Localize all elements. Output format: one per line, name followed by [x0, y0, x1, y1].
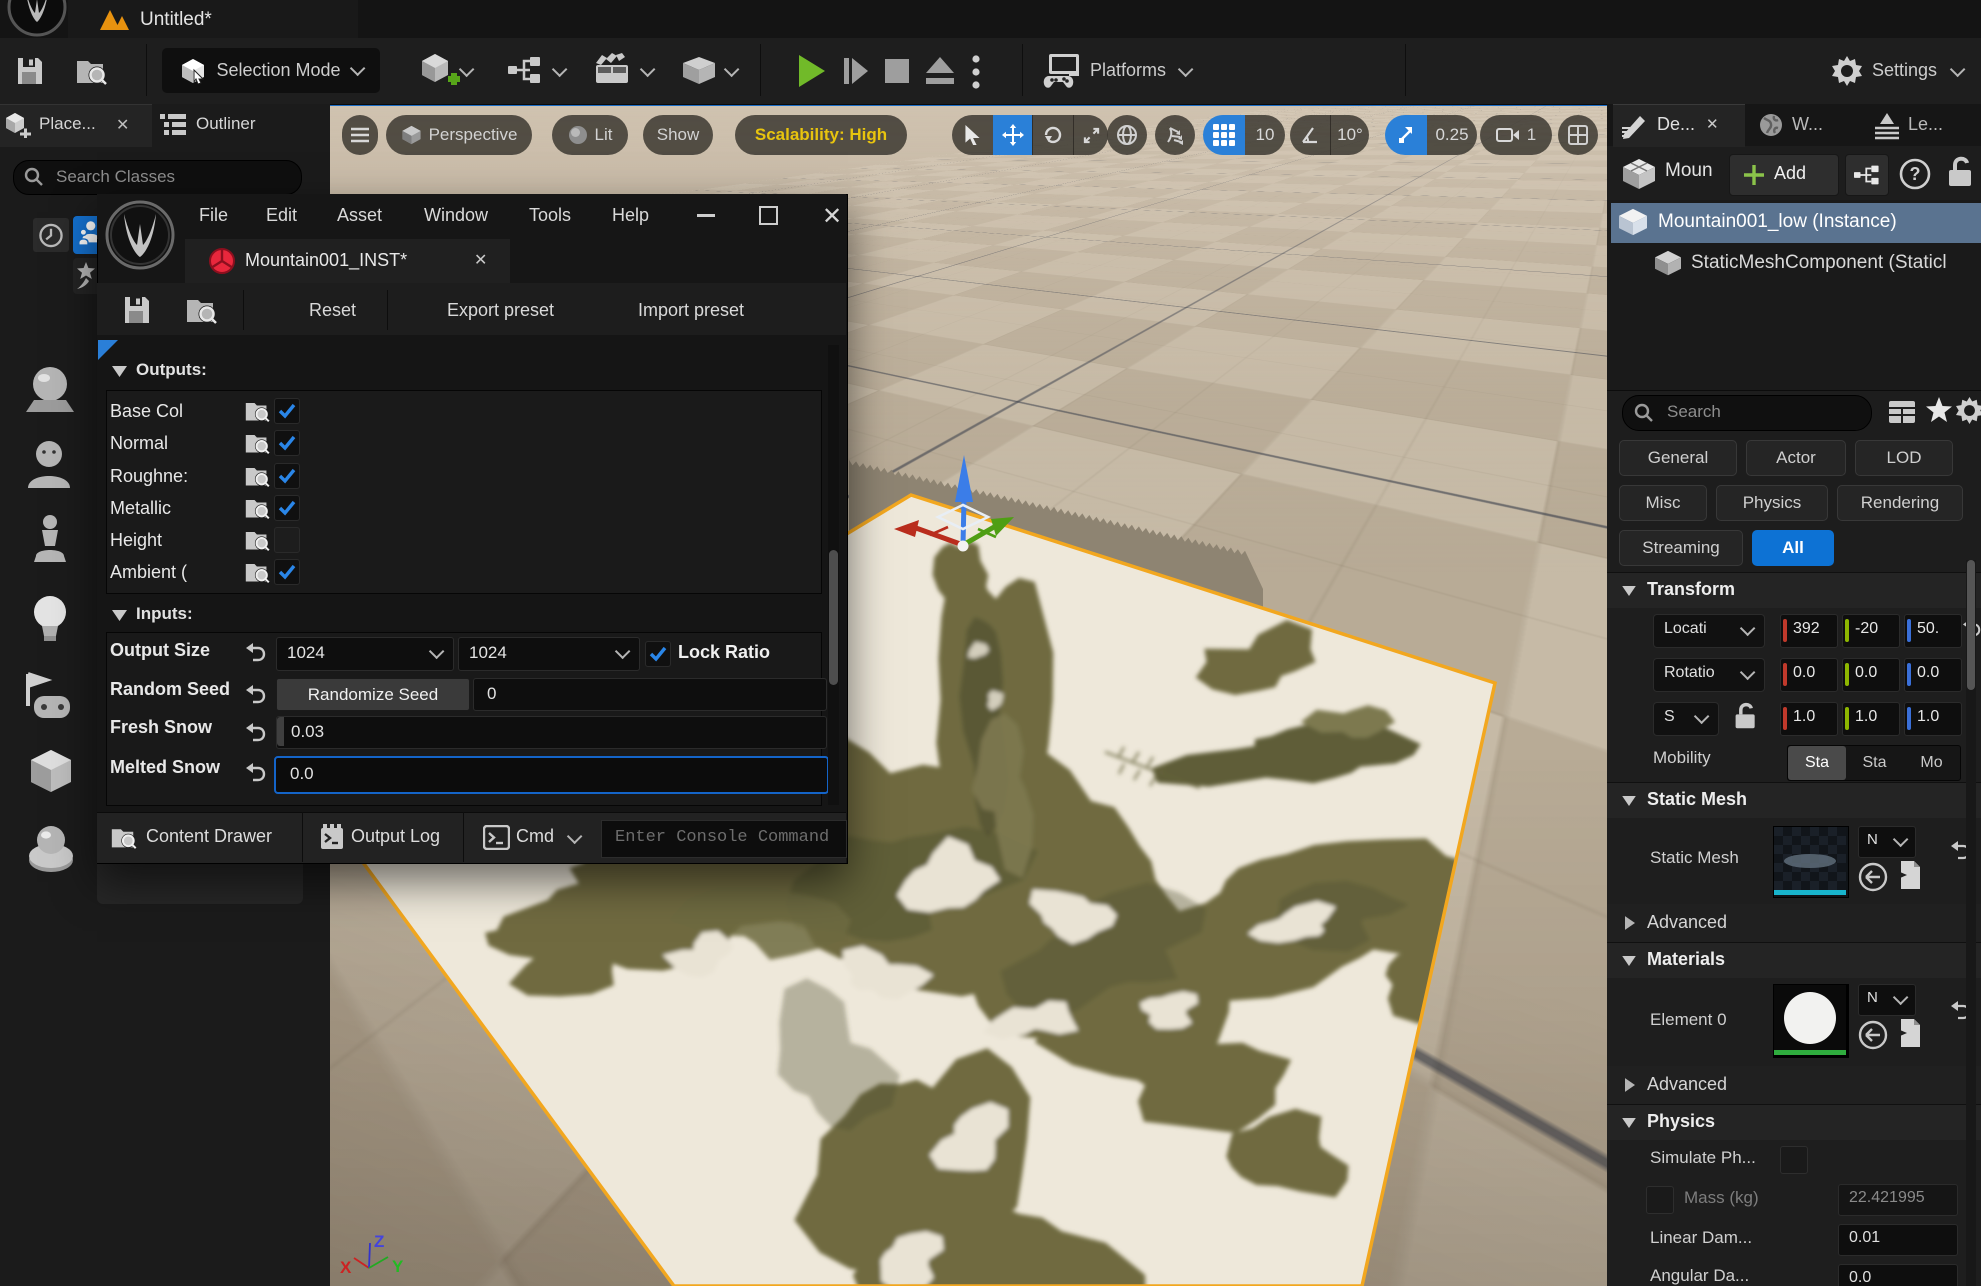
- svg-text:Y: Y: [392, 1257, 404, 1276]
- svg-text:Z: Z: [374, 1232, 384, 1251]
- svg-text:?: ?: [1910, 164, 1921, 184]
- svg-text:X: X: [340, 1258, 352, 1277]
